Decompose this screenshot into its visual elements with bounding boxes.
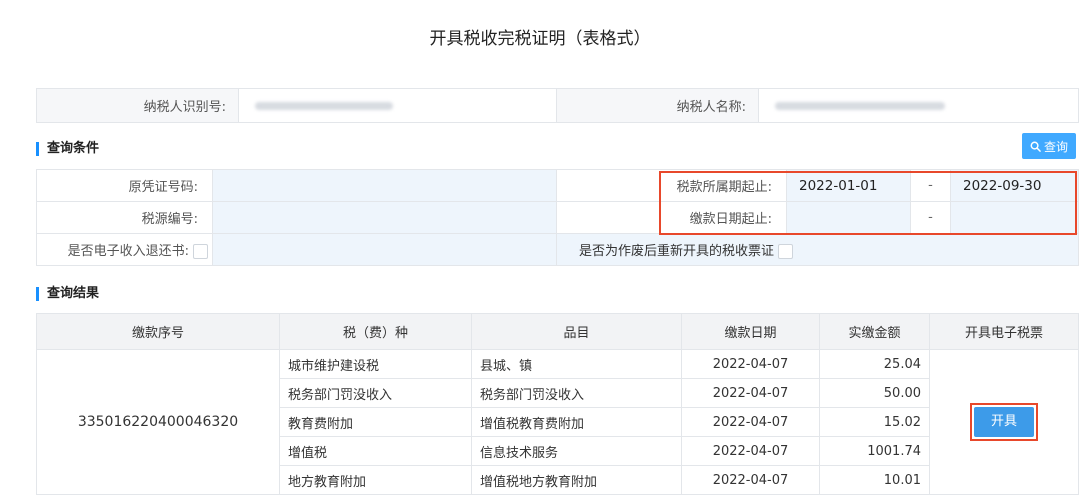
header-item: 品目	[471, 313, 682, 350]
amount-cell: 10.01	[819, 465, 930, 495]
tax-period-label: 税款所属期起止:	[556, 169, 787, 202]
pay-date-separator: -	[910, 201, 951, 234]
reissue-cell: 是否为作废后重新开具的税收票证	[556, 233, 1079, 266]
tax-type-cell: 地方教育附加	[279, 465, 472, 495]
date-cell: 2022-04-07	[681, 465, 820, 495]
e-refund-checkbox[interactable]	[193, 244, 208, 259]
header-payment-no: 缴款序号	[36, 313, 280, 350]
payment-no-cell: 335016220400046320	[36, 349, 280, 495]
item-cell: 信息技术服务	[471, 436, 682, 466]
reissue-checkbox[interactable]	[778, 244, 794, 259]
date-cell: 2022-04-07	[681, 407, 820, 437]
page-title: 开具税收完税证明（表格式）	[429, 29, 651, 49]
amount-cell: 25.04	[819, 349, 930, 379]
tax-period-start-input[interactable]: 2022-01-01	[786, 169, 911, 202]
pay-date-end-input[interactable]	[950, 201, 1079, 234]
header-amount: 实缴金额	[819, 313, 930, 350]
tax-type-cell: 税务部门罚没收入	[279, 378, 472, 408]
original-voucher-input[interactable]	[212, 169, 557, 202]
results-header-row: 缴款序号 税（费）种 品目 缴款日期 实缴金额 开具电子税票	[36, 313, 1079, 350]
header-issue: 开具电子税票	[929, 313, 1079, 350]
e-refund-spacer	[212, 233, 557, 266]
tax-source-input[interactable]	[212, 201, 557, 234]
table-row: 335016220400046320 城市维护建设税 县城、镇 2022-04-…	[36, 349, 1079, 495]
issue-cell: 开具	[929, 349, 1079, 495]
amount-cell: 1001.74	[819, 436, 930, 466]
pay-date-label: 缴款日期起止:	[556, 201, 787, 234]
amount-cell: 15.02	[819, 407, 930, 437]
tax-type-cell: 教育费附加	[279, 407, 472, 437]
search-icon	[1030, 141, 1041, 152]
header-pay-date: 缴款日期	[681, 313, 820, 350]
item-cell: 税务部门罚没收入	[471, 378, 682, 408]
taxpayer-id-value	[238, 88, 557, 123]
results-table: 缴款序号 税（费）种 品目 缴款日期 实缴金额 开具电子税票 335016220…	[36, 313, 1079, 495]
date-cell: 2022-04-07	[681, 378, 820, 408]
tax-period-end-input[interactable]: 2022-09-30	[950, 169, 1079, 202]
taxpayer-name-value	[758, 88, 1079, 123]
e-refund-label: 是否电子收入退还书:	[36, 233, 213, 266]
item-cell: 县城、镇	[471, 349, 682, 379]
taxpayer-id-label: 纳税人识别号:	[36, 88, 239, 123]
e-refund-label-text: 是否电子收入退还书:	[67, 244, 189, 259]
query-conditions-table: 原凭证号码: 税款所属期起止: 2022-01-01 - 2022-09-30 …	[36, 169, 1079, 266]
tax-period-separator: -	[910, 169, 951, 202]
pay-date-start-input[interactable]	[786, 201, 911, 234]
amount-cell: 50.00	[819, 378, 930, 408]
header-tax-type: 税（费）种	[279, 313, 472, 350]
query-button[interactable]: 查询	[1022, 133, 1076, 159]
date-cell: 2022-04-07	[681, 436, 820, 466]
tax-source-label: 税源编号:	[36, 201, 213, 234]
date-cell: 2022-04-07	[681, 349, 820, 379]
issue-button[interactable]: 开具	[974, 407, 1034, 437]
query-button-label: 查询	[1043, 139, 1068, 154]
results-section-title: 查询结果	[36, 287, 99, 301]
issue-button-highlight: 开具	[970, 403, 1038, 441]
query-section-title: 查询条件	[36, 142, 99, 156]
reissue-label: 是否为作废后重新开具的税收票证	[579, 244, 775, 259]
taxpayer-info-table: 纳税人识别号: 纳税人名称:	[36, 88, 1079, 123]
tax-type-cell: 城市维护建设税	[279, 349, 472, 379]
item-cell: 增值税教育费附加	[471, 407, 682, 437]
original-voucher-label: 原凭证号码:	[36, 169, 213, 202]
item-cell: 增值税地方教育附加	[471, 465, 682, 495]
taxpayer-name-label: 纳税人名称:	[556, 88, 759, 123]
tax-type-cell: 增值税	[279, 436, 472, 466]
